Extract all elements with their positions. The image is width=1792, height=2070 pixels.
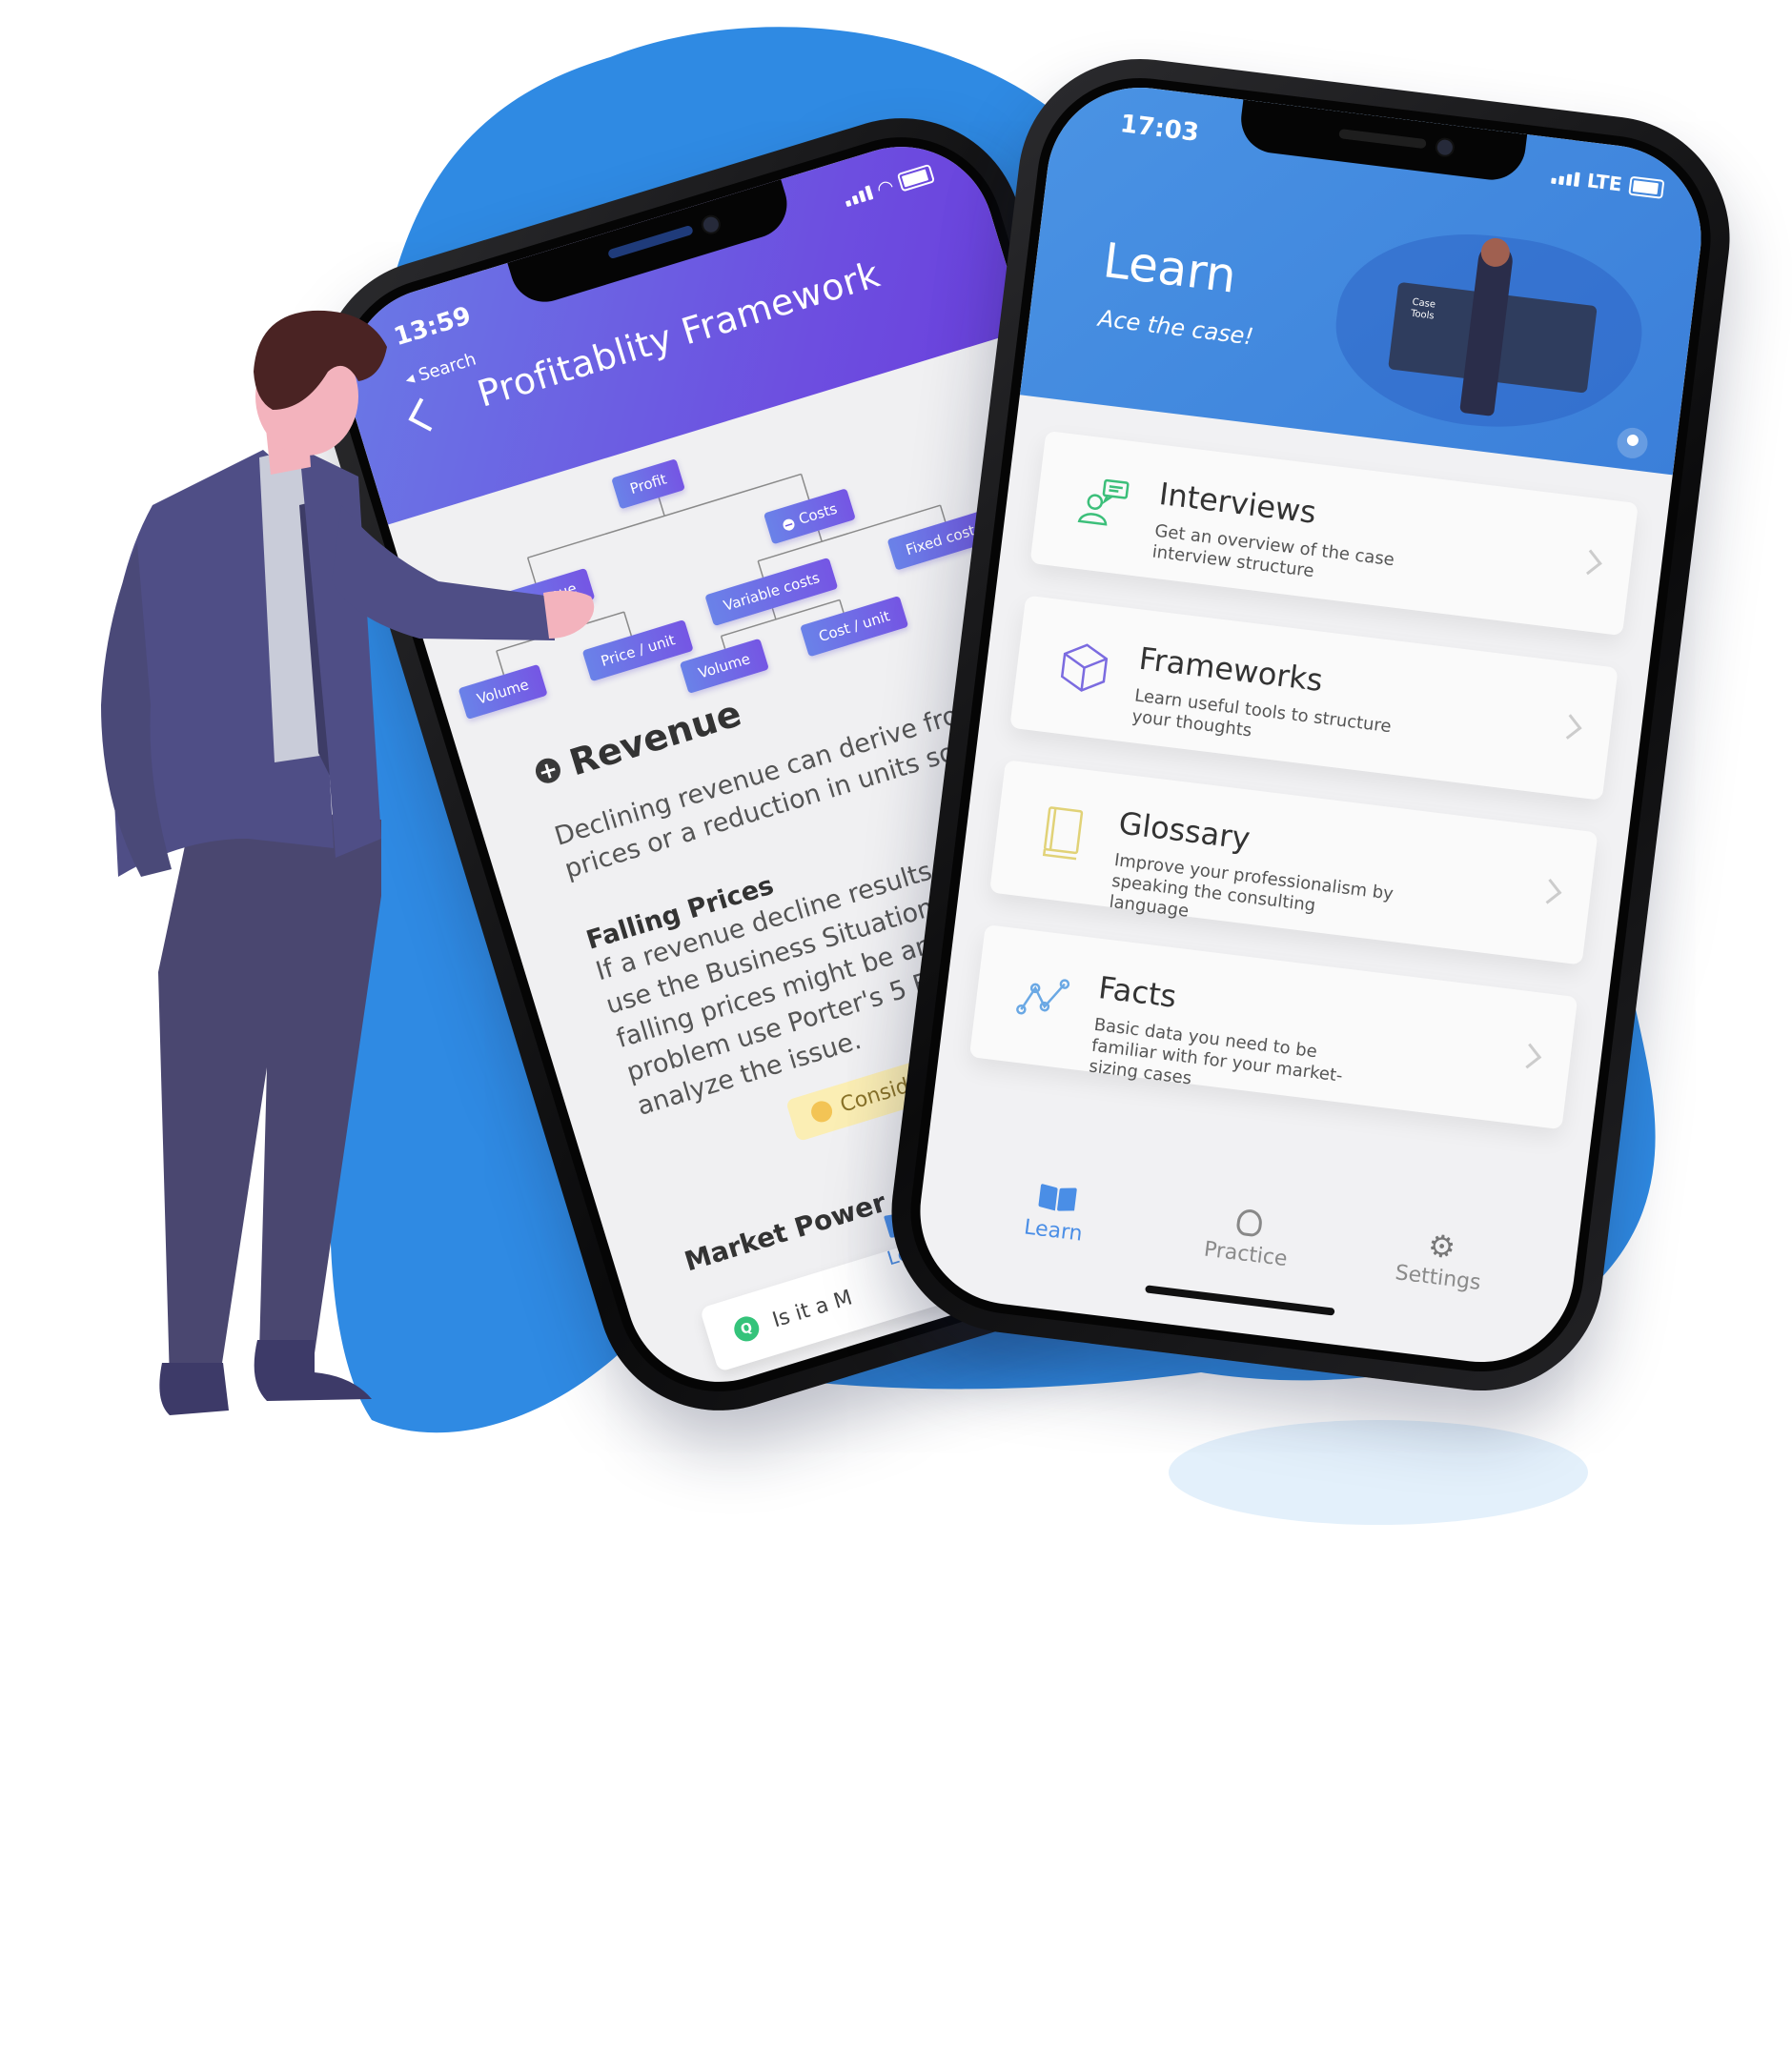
chevron-right-icon [1516,1043,1542,1069]
achievement-badge-icon[interactable] [1615,426,1650,460]
tab-settings[interactable]: ⚙ Settings [1371,1222,1511,1298]
card-facts[interactable]: Facts Basic data you need to be familiar… [968,923,1578,1130]
chevron-right-icon [1577,549,1602,576]
graph-icon [1016,979,1070,1015]
hero-illustration: 13:59 ◠ ◂ Search Profitablity Framework [0,0,1792,2070]
question-dot-icon: Q [731,1313,763,1345]
learn-menu: Interviews Get an overview of the case i… [966,430,1639,1162]
wifi-icon: ◠ [874,173,896,201]
bottom-tab-bar: Learn Practice ⚙ Settings [918,1167,1578,1307]
page-subtitle: Ace the case! [1096,304,1255,351]
page-title: Learn [1100,233,1240,304]
tab-practice[interactable]: Practice [1178,1199,1318,1275]
front-camera [699,213,723,237]
minus-icon: − [782,517,797,533]
gear-icon: ⚙ [1426,1227,1458,1267]
status-icons: ◠ [841,162,936,211]
speaker-grille [607,224,694,260]
status-time: 17:03 [1118,110,1201,148]
chevron-right-icon [1536,878,1562,904]
floor-shadow [1169,1420,1588,1525]
cube-icon [1060,643,1109,692]
network-type: LTE [1585,169,1623,196]
signal-icon [843,184,873,207]
book-icon [1042,806,1084,861]
battery-icon [1628,175,1665,199]
chevron-right-icon [1556,714,1582,740]
status-icons: LTE [1551,165,1665,201]
card-frameworks[interactable]: Frameworks Learn useful tools to structu… [1009,595,1619,801]
card-glossary[interactable]: Glossary Improve your professionalism by… [989,760,1599,965]
tab-learn[interactable]: Learn [986,1175,1126,1251]
signal-icon [1551,169,1581,187]
book-icon [1038,1185,1077,1213]
thinking-emoji-icon [808,1098,835,1126]
card-interviews[interactable]: Interviews Get an overview of the case i… [1029,430,1639,637]
front-camera [1434,136,1456,158]
speaker-grille [1338,129,1427,150]
businessman-illustration [101,310,595,1415]
interview-chat-icon [1077,478,1130,526]
head-icon [1235,1208,1264,1238]
home-indicator [1145,1285,1335,1316]
battery-icon [896,163,936,193]
